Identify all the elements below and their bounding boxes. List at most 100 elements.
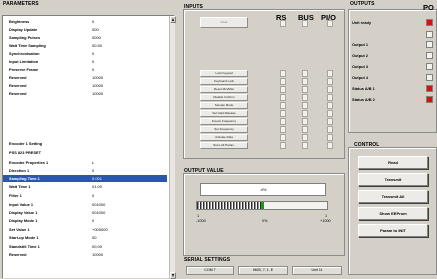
param-row[interactable]: Filter 1 0: [3, 192, 167, 199]
param-name: Start-up Mode 1: [9, 235, 39, 240]
pio-checkbox[interactable]: [327, 94, 333, 101]
pio-checkbox[interactable]: [327, 70, 333, 77]
param-value: 00.00: [92, 244, 103, 249]
bus-checkbox[interactable]: [302, 78, 308, 85]
bus-checkbox[interactable]: [302, 118, 308, 125]
disable-uniform-button[interactable]: Disable Uniform: [200, 94, 248, 101]
sample-mode-button[interactable]: Sample Mode: [200, 102, 248, 109]
reset-minmax-button[interactable]: Reset Min/Max: [200, 86, 248, 93]
param-row[interactable]: Preserve Frame 0: [3, 66, 167, 73]
pio-checkbox[interactable]: [327, 20, 333, 27]
param-row[interactable]: Wait Time 1 01.00: [3, 183, 167, 190]
param-value: 0: [92, 19, 95, 24]
param-row[interactable]: Reserved 10000: [3, 90, 167, 97]
parameters-scrollbar[interactable]: [169, 16, 176, 279]
clear-button[interactable]: Clear: [200, 17, 248, 28]
transmit-all-button[interactable]: Transmit All: [358, 190, 428, 203]
pio-checkbox[interactable]: [327, 134, 333, 141]
main-window: PARAMETERS Brightness 0 Display Update 000…: [0, 0, 437, 279]
param-name: Encoder Properties 1: [9, 160, 49, 165]
param-row[interactable]: Reserved 10000: [3, 82, 167, 89]
param-row[interactable]: Brightness 0: [3, 18, 167, 25]
param-row[interactable]: [3, 98, 167, 105]
param-value: 0: [92, 168, 95, 173]
param-row[interactable]: Reserved 10000: [3, 251, 167, 258]
param-name: Standstill Time 1: [9, 244, 40, 249]
bus-checkbox[interactable]: [302, 20, 308, 27]
bus-checkbox[interactable]: [302, 142, 308, 149]
rs-checkbox[interactable]: [280, 134, 286, 141]
param-row[interactable]: Wait Time Sampling 00.50: [3, 42, 167, 49]
pio-checkbox[interactable]: [327, 78, 333, 85]
param-row[interactable]: Set Value 1 +000000: [3, 226, 167, 233]
scroll-up-icon[interactable]: [170, 16, 176, 23]
param-row[interactable]: Input Value 1 001000: [3, 201, 167, 208]
param-row[interactable]: Synchronisation 0: [3, 50, 167, 57]
rs-checkbox[interactable]: [280, 126, 286, 133]
param-name: Synchronisation: [9, 51, 40, 56]
param-row[interactable]: Encoder 1 Setting: [3, 140, 167, 147]
led-status-2: [426, 96, 433, 103]
param-row[interactable]: PSS 823 PRESET: [3, 149, 167, 156]
param-name: Wait Time 1: [9, 184, 31, 189]
param-row[interactable]: Display Mode 1 0: [3, 217, 167, 224]
scale-mid-label: 0%: [262, 219, 268, 223]
rs-checkbox[interactable]: [280, 142, 286, 149]
bus-checkbox[interactable]: [302, 134, 308, 141]
bus-checkbox[interactable]: [302, 86, 308, 93]
show-eeprom-button[interactable]: Show EEProm: [358, 207, 428, 220]
pio-checkbox[interactable]: [327, 102, 333, 109]
param-name: Display Value 1: [9, 210, 38, 215]
param-row[interactable]: Display Update 000: [3, 26, 167, 33]
rs-checkbox[interactable]: [280, 86, 286, 93]
hold-release-button[interactable]: Sel Hold Release: [200, 110, 248, 117]
rs-checkbox[interactable]: [280, 118, 286, 125]
pio-checkbox[interactable]: [327, 126, 333, 133]
rs-checkbox[interactable]: [280, 94, 286, 101]
rs-checkbox[interactable]: [280, 70, 286, 77]
param-value: 001000: [92, 202, 106, 207]
param-value: 01.00: [92, 184, 103, 189]
pio-checkbox[interactable]: [327, 110, 333, 117]
output-label-status-1: Status A/B 1: [352, 86, 375, 91]
output-value-display: .4%: [200, 183, 326, 196]
lock-keypad-button[interactable]: Lock Keypad: [200, 70, 248, 77]
parameters-list[interactable]: Brightness 0 Display Update 000 Sampling P…: [2, 15, 176, 279]
set-frequency-button[interactable]: Set Frequency: [200, 126, 248, 133]
bus-checkbox[interactable]: [302, 126, 308, 133]
bus-checkbox[interactable]: [302, 70, 308, 77]
led-spare: [426, 31, 433, 38]
bus-checkbox[interactable]: [302, 102, 308, 109]
bus-checkbox[interactable]: [302, 94, 308, 101]
po-column-header: PO: [423, 3, 434, 12]
param-name: Direction 1: [9, 168, 30, 173]
param-row[interactable]: Standstill Time 1 00.00: [3, 243, 167, 250]
freeze-frequency-button[interactable]: Freeze Frequency: [200, 118, 248, 125]
param-row[interactable]: Sampling Pulses 0000: [3, 34, 167, 41]
rs-checkbox[interactable]: [280, 110, 286, 117]
pio-checkbox[interactable]: [327, 86, 333, 93]
activate-data-button[interactable]: Activate Data: [200, 134, 248, 141]
param-value: 000: [92, 27, 99, 32]
keyboard-lock-button[interactable]: Keyboard Lock: [200, 78, 248, 85]
inputs-title: INPUTS: [184, 4, 203, 10]
pio-checkbox[interactable]: [327, 142, 333, 149]
param-row[interactable]: Encoder Properties 1 L: [3, 159, 167, 166]
led-unit-ready: [426, 19, 433, 26]
store-all-param-button[interactable]: Store All Param.: [200, 142, 248, 149]
param-row[interactable]: Reserved 10000: [3, 74, 167, 81]
param-row[interactable]: Start-up Mode 1 00: [3, 234, 167, 241]
transmit-button[interactable]: Transmit: [358, 173, 428, 186]
param-value: 0000: [92, 35, 101, 40]
pio-checkbox[interactable]: [327, 118, 333, 125]
rs-checkbox[interactable]: [280, 20, 286, 27]
bus-checkbox[interactable]: [302, 110, 308, 117]
param-to-init-button[interactable]: Param to INIT: [358, 224, 428, 237]
param-row[interactable]: Input Limitation 0: [3, 58, 167, 65]
param-row[interactable]: Display Value 1 001000: [3, 209, 167, 216]
rs-checkbox[interactable]: [280, 78, 286, 85]
rs-checkbox[interactable]: [280, 102, 286, 109]
param-row-selected[interactable]: Sampling Time 1 0.001: [3, 175, 167, 182]
read-button[interactable]: Read: [358, 156, 428, 169]
param-row[interactable]: Direction 1 0: [3, 167, 167, 174]
